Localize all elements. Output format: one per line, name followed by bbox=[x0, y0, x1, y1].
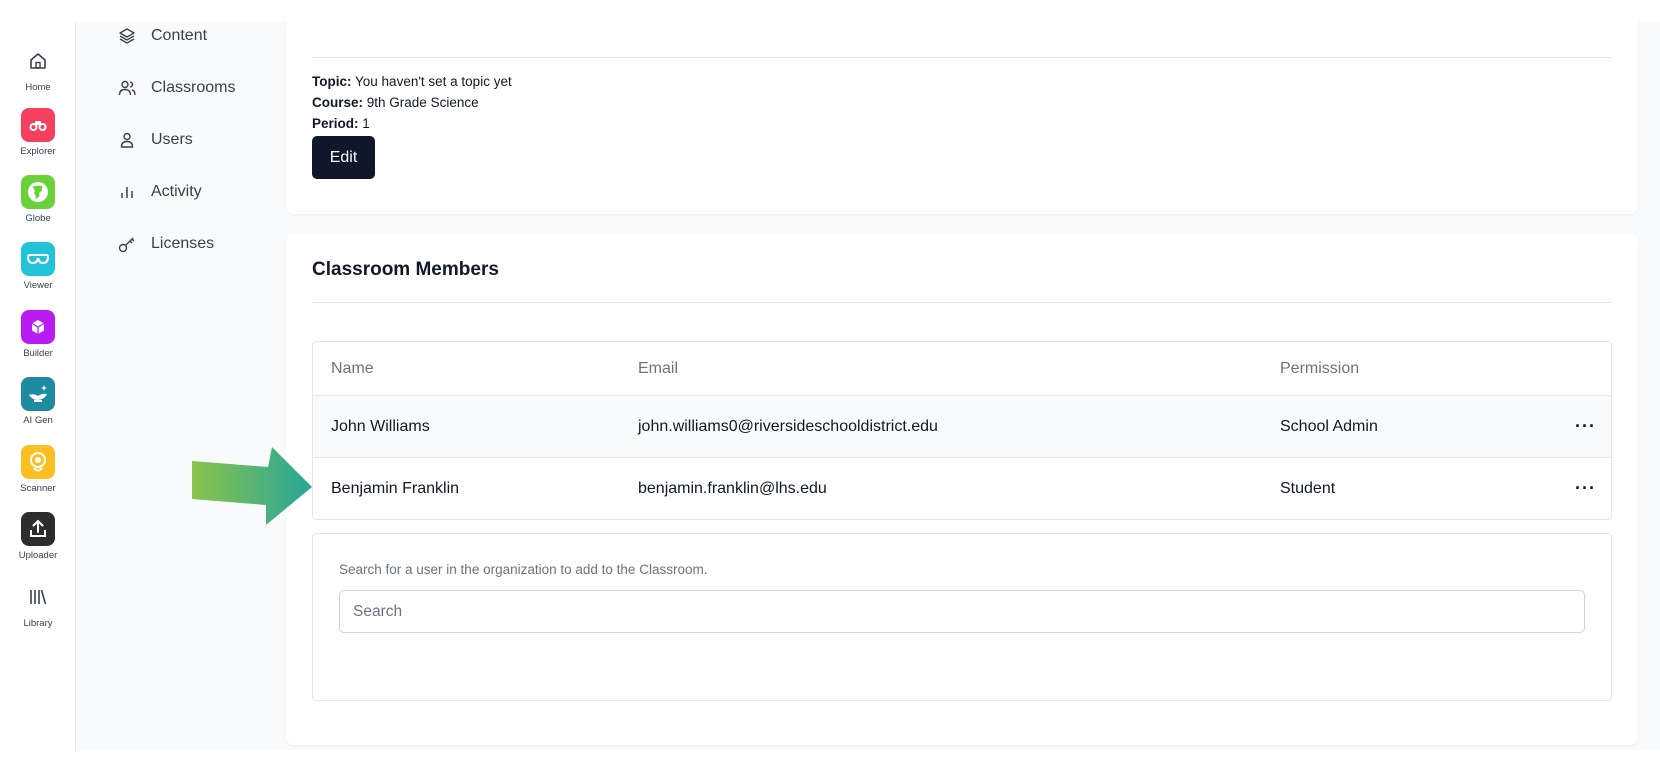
magic-lamp-icon bbox=[21, 377, 55, 411]
rail-item-scanner[interactable]: Scanner bbox=[0, 445, 76, 494]
cube-icon bbox=[21, 310, 55, 344]
users-icon bbox=[118, 80, 136, 96]
column-header-email[interactable]: Email bbox=[638, 342, 678, 395]
member-email: benjamin.franklin@lhs.edu bbox=[638, 479, 827, 497]
layers-icon bbox=[119, 28, 135, 44]
glasses-icon bbox=[21, 242, 55, 276]
app-rail: Home Explorer Globe Viewer Builder AI Ge… bbox=[0, 22, 76, 750]
rail-item-globe[interactable]: Globe bbox=[0, 175, 76, 224]
rail-label: Globe bbox=[25, 213, 51, 224]
rail-label: Builder bbox=[23, 348, 53, 359]
binoculars-icon bbox=[21, 108, 55, 142]
annotation-arrow-icon bbox=[192, 447, 312, 525]
rail-item-builder[interactable]: Builder bbox=[0, 310, 76, 359]
divider bbox=[312, 302, 1612, 303]
topic-value: You haven't set a topic yet bbox=[355, 74, 512, 89]
bar-chart-icon bbox=[121, 187, 133, 198]
search-hint: Search for a user in the organization to… bbox=[339, 562, 708, 577]
rail-item-library[interactable]: Library bbox=[0, 580, 76, 629]
rail-item-home[interactable]: Home bbox=[0, 44, 76, 93]
edit-button[interactable]: Edit bbox=[312, 136, 375, 179]
member-permission: School Admin bbox=[1280, 417, 1378, 435]
members-table: Name Email Permission John Williams john… bbox=[312, 341, 1612, 520]
table-header-row: Name Email Permission bbox=[313, 342, 1611, 395]
sidebar-item-classrooms[interactable]: Classrooms bbox=[117, 78, 235, 98]
rail-label: Scanner bbox=[20, 483, 56, 494]
period-line: Period: 1 bbox=[312, 116, 370, 131]
library-icon bbox=[21, 580, 55, 614]
main-content: Topic: You haven't set a topic yet Cours… bbox=[286, 12, 1660, 750]
sidebar-item-licenses[interactable]: Licenses bbox=[117, 234, 214, 254]
period-value: 1 bbox=[362, 116, 370, 131]
more-options-icon[interactable]: ··· bbox=[1575, 396, 1596, 457]
rail-label: Library bbox=[23, 618, 53, 629]
rail-item-viewer[interactable]: Viewer bbox=[0, 242, 76, 291]
column-header-permission[interactable]: Permission bbox=[1280, 342, 1359, 395]
table-row[interactable]: Benjamin Franklin benjamin.franklin@lhs.… bbox=[313, 457, 1611, 519]
topic-label: Topic: bbox=[312, 74, 352, 89]
course-line: Course: 9th Grade Science bbox=[312, 95, 479, 110]
column-header-name[interactable]: Name bbox=[331, 342, 374, 395]
table-row[interactable]: John Williams john.williams0@riversidesc… bbox=[313, 395, 1611, 457]
sidebar-item-label: Licenses bbox=[151, 235, 215, 252]
classroom-details-card: Topic: You haven't set a topic yet Cours… bbox=[286, 12, 1638, 214]
member-email: john.williams0@riversideschooldistrict.e… bbox=[638, 417, 938, 435]
more-options-icon[interactable]: ··· bbox=[1575, 458, 1596, 519]
period-label: Period: bbox=[312, 116, 359, 131]
globe-icon bbox=[21, 175, 55, 209]
sidebar-item-users[interactable]: Users bbox=[117, 130, 193, 150]
course-label: Course: bbox=[312, 95, 364, 110]
member-name: John Williams bbox=[331, 417, 430, 435]
topic-line: Topic: You haven't set a topic yet bbox=[312, 74, 512, 89]
rail-label: Home bbox=[25, 82, 51, 93]
sidebar-item-label: Classrooms bbox=[151, 79, 236, 96]
upload-icon bbox=[21, 512, 55, 546]
sidebar-item-content[interactable]: Content bbox=[117, 26, 207, 46]
rail-item-explorer[interactable]: Explorer bbox=[0, 108, 76, 157]
rail-item-ai-gen[interactable]: AI Gen bbox=[0, 377, 76, 426]
sidebar-item-activity[interactable]: Activity bbox=[117, 182, 202, 202]
add-member-panel: Search for a user in the organization to… bbox=[312, 533, 1612, 701]
section-title: Classroom Members bbox=[312, 259, 499, 280]
sidebar-item-label: Activity bbox=[151, 183, 202, 200]
sidebar-item-label: Content bbox=[151, 27, 208, 44]
rail-item-uploader[interactable]: Uploader bbox=[0, 512, 76, 561]
rail-label: Viewer bbox=[23, 280, 53, 291]
sidebar-item-label: Users bbox=[151, 131, 193, 148]
home-icon bbox=[21, 44, 55, 78]
member-name: Benjamin Franklin bbox=[331, 479, 460, 497]
rail-label: Uploader bbox=[18, 550, 58, 561]
scanner-head-icon bbox=[21, 445, 55, 479]
key-icon bbox=[118, 237, 135, 253]
user-icon bbox=[120, 132, 134, 148]
course-value: 9th Grade Science bbox=[366, 95, 479, 110]
rail-label: AI Gen bbox=[23, 415, 53, 426]
classroom-members-card: Classroom Members Name Email Permission … bbox=[286, 233, 1638, 745]
admin-sidebar: Content Classrooms Users Activity Licens… bbox=[77, 22, 286, 750]
rail-label: Explorer bbox=[20, 146, 56, 157]
divider bbox=[312, 57, 1612, 58]
user-search-input[interactable] bbox=[339, 590, 1585, 633]
member-permission: Student bbox=[1280, 479, 1336, 497]
